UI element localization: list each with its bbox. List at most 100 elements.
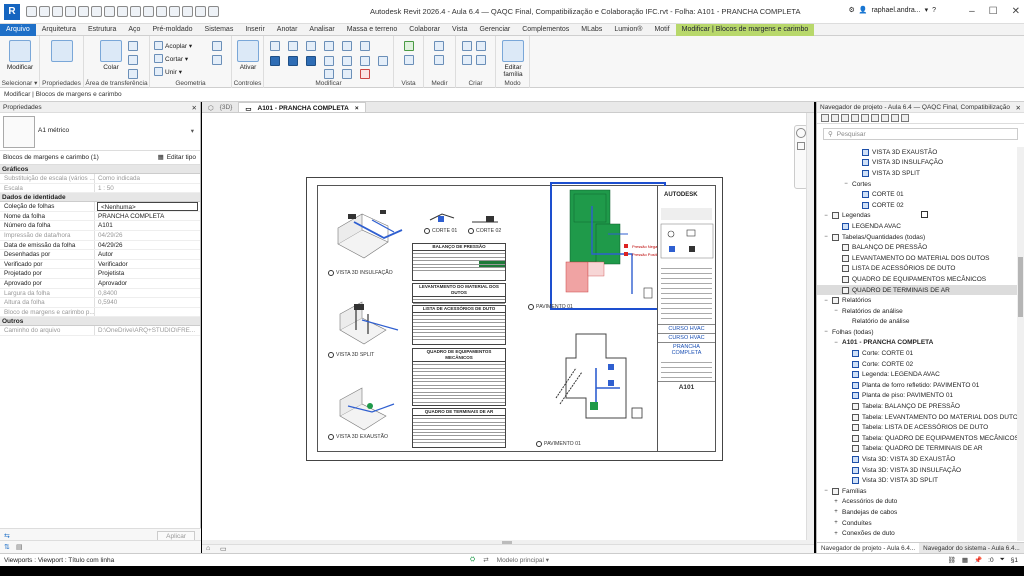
sheet-list-icon[interactable] bbox=[871, 114, 879, 122]
tab-lumion[interactable]: Lumion® bbox=[608, 24, 648, 36]
property-row[interactable]: Desenhadas por Autor bbox=[0, 250, 200, 260]
tree-item[interactable]: − Tabelas/Quantidades (todas) bbox=[817, 232, 1017, 243]
crop-icon[interactable]: ▭ bbox=[220, 545, 227, 553]
scroll-thumb[interactable] bbox=[1018, 257, 1023, 317]
expand-icon[interactable]: + bbox=[833, 499, 839, 505]
property-row[interactable]: Altura da folha 0,5940 bbox=[0, 298, 200, 308]
paint-icon[interactable] bbox=[212, 41, 222, 51]
select-links-icon[interactable]: ⛓ bbox=[948, 556, 956, 564]
section-header[interactable]: Gráficos bbox=[0, 165, 200, 174]
tree-item[interactable]: Corte: CORTE 02 bbox=[817, 359, 1017, 370]
collapse-icon[interactable]: − bbox=[843, 181, 849, 187]
tag-icon[interactable] bbox=[130, 6, 141, 17]
undo-icon[interactable] bbox=[65, 6, 76, 17]
tree-item[interactable]: Planta de piso: PAVIMENTO 01 bbox=[817, 391, 1017, 402]
tab-sheet-a101[interactable]: ▭ A101 - PRANCHA COMPLETA × bbox=[238, 102, 366, 113]
tab-colaborar[interactable]: Colaborar bbox=[403, 24, 446, 36]
tab-system-browser[interactable]: Navegador do sistema - Aula 6.4... bbox=[919, 543, 1024, 553]
filter-icon[interactable] bbox=[851, 114, 859, 122]
title-block[interactable]: AUTODESK CURSO HVAC CURSO HVAC PRANCHA C… bbox=[657, 186, 715, 451]
mirror-draw-icon[interactable] bbox=[324, 41, 334, 51]
tree-item[interactable]: Tabela: BALANÇO DE PRESSÃO bbox=[817, 401, 1017, 412]
tree-item[interactable]: LEVANTAMENTO DO MATERIAL DOS DUTOS bbox=[817, 253, 1017, 264]
tree-item[interactable]: + Acessórios de duto bbox=[817, 497, 1017, 508]
revit-logo-icon[interactable]: R bbox=[4, 3, 20, 20]
property-value[interactable]: 0,8400 bbox=[95, 289, 200, 298]
dimension-icon[interactable] bbox=[117, 6, 128, 17]
family-icon[interactable] bbox=[881, 114, 889, 122]
open-icon[interactable] bbox=[26, 6, 37, 17]
tab-anotar[interactable]: Anotar bbox=[271, 24, 304, 36]
type-selector[interactable]: A1 métrico ▾ bbox=[0, 113, 200, 151]
save-icon[interactable] bbox=[39, 6, 50, 17]
copy-element-icon[interactable] bbox=[288, 56, 298, 66]
tree-item[interactable]: + Conduítes bbox=[817, 518, 1017, 529]
zoom-icon[interactable] bbox=[797, 142, 805, 150]
collapse-icon[interactable]: − bbox=[833, 308, 839, 314]
collapse-icon[interactable] bbox=[821, 114, 829, 122]
property-value[interactable]: 04/29/26 bbox=[95, 231, 200, 240]
property-value[interactable]: 04/29/26 bbox=[95, 241, 200, 250]
tab-vista[interactable]: Vista bbox=[446, 24, 473, 36]
property-row[interactable]: Substituição de escala (vários ... Como i… bbox=[0, 174, 200, 184]
property-value[interactable]: Autor bbox=[95, 250, 200, 259]
split-gap-icon[interactable] bbox=[360, 41, 370, 51]
browser-scrollbar[interactable] bbox=[1017, 147, 1024, 541]
sync-icon[interactable] bbox=[52, 6, 63, 17]
tab-mlabs[interactable]: MLabs bbox=[575, 24, 608, 36]
property-value[interactable]: 1 : 50 bbox=[95, 184, 200, 193]
trim-single-icon[interactable] bbox=[342, 56, 352, 66]
vista-3d-exaustao-viewport[interactable] bbox=[332, 382, 412, 434]
property-value[interactable]: PRANCHA COMPLETA bbox=[95, 212, 200, 221]
tree-item[interactable]: − Relatórios bbox=[817, 295, 1017, 306]
collapse-icon[interactable]: − bbox=[823, 213, 829, 219]
user-name[interactable]: raphael.andra... bbox=[872, 7, 921, 14]
expand-icon[interactable]: + bbox=[833, 520, 839, 526]
model-selector[interactable]: Modelo principal ▾ bbox=[497, 556, 549, 564]
modify-button[interactable]: Modificar bbox=[5, 40, 35, 71]
pavimento-01-label[interactable]: PAVIMENTO 01 bbox=[528, 304, 573, 310]
tab-inserir[interactable]: Inserir bbox=[239, 24, 270, 36]
sheet[interactable]: VISTA 3D INSULFAÇÃO VISTA 3D SPLIT VISTA… bbox=[306, 177, 723, 461]
corte-01-label[interactable]: CORTE 01 bbox=[424, 228, 457, 234]
tree-item[interactable]: Vista 3D: VISTA 3D SPLIT bbox=[817, 475, 1017, 486]
text-icon[interactable] bbox=[143, 6, 154, 17]
tree-item[interactable]: − Relatórios de análise bbox=[817, 306, 1017, 317]
tree-item[interactable]: Tabela: QUADRO DE TERMINAIS DE AR bbox=[817, 444, 1017, 455]
tree-item[interactable]: Tabela: QUADRO DE EQUIPAMENTOS MECÂNICOS bbox=[817, 433, 1017, 444]
property-value[interactable]: Como indicada bbox=[95, 174, 200, 183]
aligned-dimension-icon[interactable] bbox=[434, 55, 444, 65]
tab-arquivo[interactable]: Arquivo bbox=[0, 23, 36, 36]
property-value[interactable] bbox=[95, 308, 200, 317]
cut-icon[interactable] bbox=[128, 41, 138, 51]
pavimento-01b-label[interactable]: PAVIMENTO 01 bbox=[536, 441, 581, 447]
levantamento-schedule[interactable]: LEVANTAMENTO DO MATERIAL DOS DUTOS bbox=[412, 283, 506, 308]
group-icon[interactable] bbox=[891, 114, 899, 122]
tree-item[interactable]: QUADRO DE TERMINAIS DE AR bbox=[817, 284, 1017, 296]
tab-gerenciar[interactable]: Gerenciar bbox=[473, 24, 516, 36]
measure-icon[interactable] bbox=[104, 6, 115, 17]
property-value[interactable]: Aprovador bbox=[95, 279, 200, 288]
workset-icon[interactable]: ⇅ bbox=[4, 543, 10, 551]
create-assembly-icon[interactable] bbox=[462, 41, 472, 51]
vista-3d-split-label[interactable]: VISTA 3D SPLIT bbox=[328, 352, 374, 358]
pavimento-01-selected-viewport[interactable]: Pressão Negativa Pressão Positiva bbox=[550, 182, 666, 310]
tab-a-o[interactable]: Aço bbox=[122, 24, 146, 36]
browser-search[interactable]: ⚲ Pesquisar bbox=[823, 128, 1018, 140]
switch-windows-icon[interactable] bbox=[208, 6, 219, 17]
collapse-icon[interactable]: − bbox=[823, 234, 829, 240]
tree-item[interactable]: CORTE 01 bbox=[817, 189, 1017, 200]
properties-button[interactable] bbox=[47, 40, 77, 64]
user-area[interactable]: ⚙ 👤 raphael.andra... ▾ ? bbox=[849, 6, 936, 15]
view-list-icon[interactable] bbox=[861, 114, 869, 122]
pavimento-01-ceiling-viewport[interactable] bbox=[546, 328, 656, 440]
tree-item[interactable]: QUADRO DE EQUIPAMENTOS MECÂNICOS bbox=[817, 274, 1017, 285]
close-icon[interactable]: ✕ bbox=[192, 104, 197, 112]
terminais-schedule[interactable]: QUADRO DE TERMINAIS DE AR bbox=[412, 408, 506, 448]
property-value[interactable]: Projetista bbox=[95, 269, 200, 278]
tab-sistemas[interactable]: Sistemas bbox=[199, 24, 240, 36]
tab-complementos[interactable]: Complementos bbox=[516, 24, 575, 36]
property-row[interactable]: Data de emissão da folha 04/29/26 bbox=[0, 240, 200, 251]
tab-motif[interactable]: Motif bbox=[648, 24, 675, 36]
create-group-icon[interactable] bbox=[462, 55, 472, 65]
